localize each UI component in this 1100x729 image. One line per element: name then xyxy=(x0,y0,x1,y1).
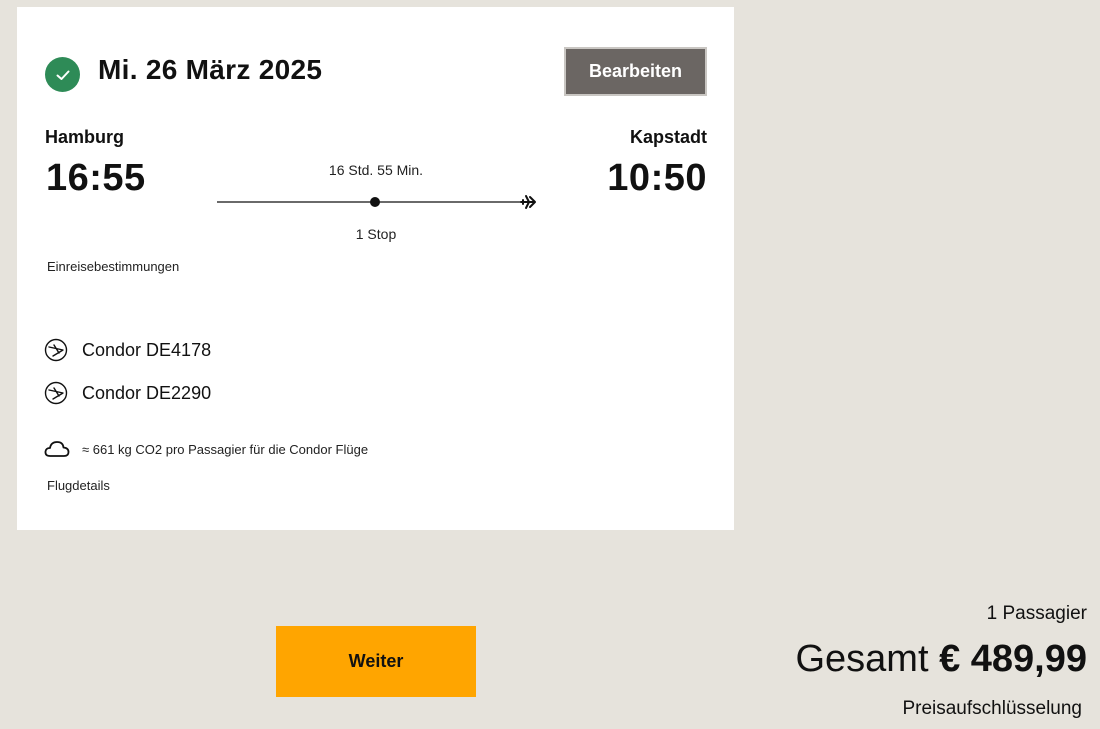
airplane-icon xyxy=(520,195,536,209)
flight-date-title: Mi. 26 März 2025 xyxy=(98,54,323,85)
flight-duration: 16 Std. 55 Min. xyxy=(328,162,424,178)
co2-info: ≈ 661 kg CO2 pro Passagier für die Condo… xyxy=(44,439,368,459)
destination-city: Kapstadt xyxy=(629,127,707,147)
condor-logo-icon xyxy=(44,381,68,405)
check-circle-icon xyxy=(45,57,80,92)
entry-requirements-link[interactable]: Einreisebestimmungen xyxy=(47,259,179,274)
flight-summary-card: Mi. 26 März 2025 Bearbeiten Hamburg 16:5… xyxy=(17,7,734,530)
edit-button[interactable]: Bearbeiten xyxy=(564,47,707,96)
cloud-icon xyxy=(44,441,70,457)
total-label: Gesamt xyxy=(795,638,929,680)
flight-number: Condor DE4178 xyxy=(82,339,212,360)
co2-text: ≈ 661 kg CO2 pro Passagier für die Condo… xyxy=(82,441,369,457)
arrival-time: 10:50 xyxy=(607,157,707,199)
stop-marker xyxy=(370,197,380,207)
route-line xyxy=(217,195,536,209)
continue-button[interactable]: Weiter xyxy=(276,626,476,697)
passenger-count: 1 Passagier xyxy=(986,603,1087,624)
stops-count: 1 Stop xyxy=(355,226,397,242)
condor-logo-icon xyxy=(44,338,68,362)
flight-number: Condor DE2290 xyxy=(82,382,212,403)
total-price: Gesamt € 489,99 xyxy=(795,638,1087,681)
airline-row: Condor DE4178 xyxy=(44,338,211,362)
price-breakdown-link[interactable]: Preisaufschlüsselung xyxy=(902,698,1082,720)
departure-time: 16:55 xyxy=(46,157,146,199)
flight-details-link[interactable]: Flugdetails xyxy=(47,478,110,493)
total-amount: € 489,99 xyxy=(939,638,1087,680)
airline-row: Condor DE2290 xyxy=(44,381,211,405)
origin-city: Hamburg xyxy=(45,127,125,147)
